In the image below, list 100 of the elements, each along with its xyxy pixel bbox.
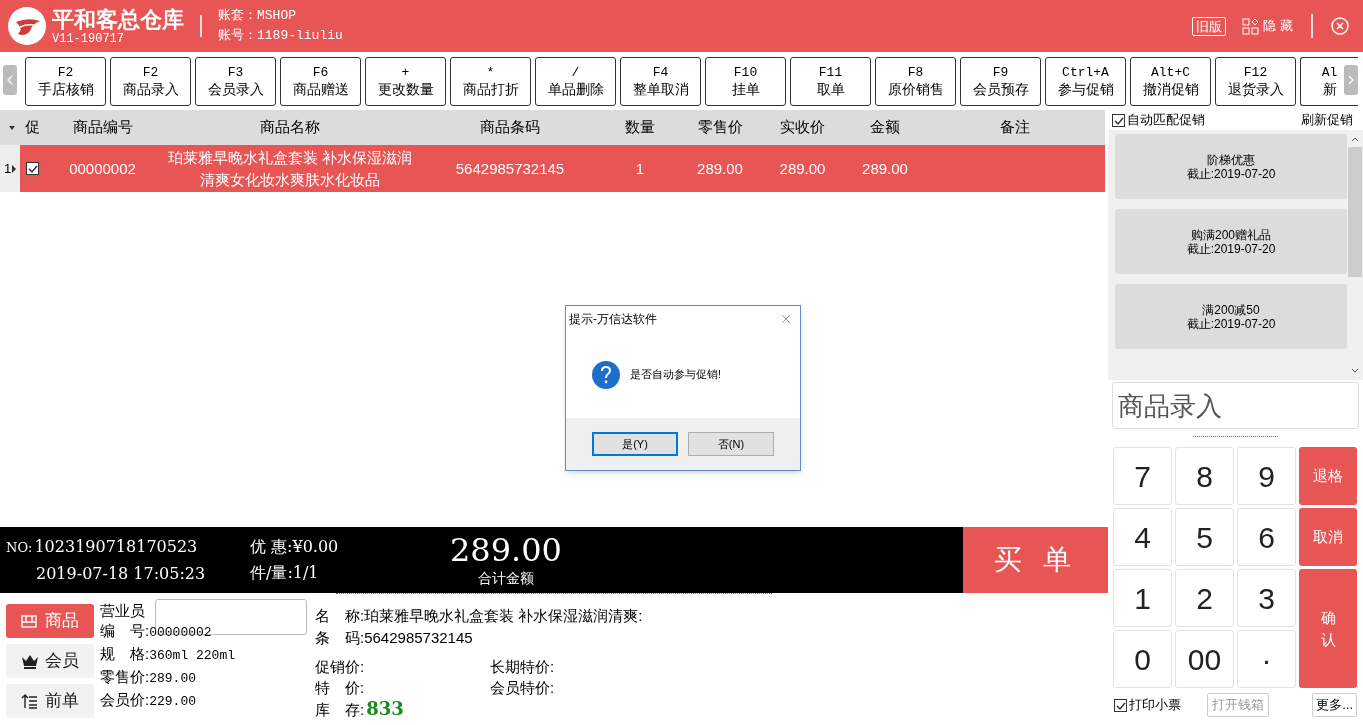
- order-number: 1023190718170523: [34, 537, 198, 556]
- clerk-label: 营业员: [100, 601, 145, 621]
- keypad-key[interactable]: 6: [1237, 508, 1296, 566]
- keypad-action-button[interactable]: 退格: [1299, 447, 1357, 505]
- close-icon[interactable]: [781, 313, 791, 324]
- order-number-label: NO:: [6, 538, 33, 557]
- hide-button[interactable]: 隐 藏: [1242, 16, 1293, 36]
- app-title: 平和客总仓库: [52, 7, 184, 30]
- toolbar-button[interactable]: F4 整单取消: [620, 56, 701, 106]
- checkbox[interactable]: [1112, 113, 1125, 127]
- toolbar-button[interactable]: F6 商品赠送: [280, 56, 361, 106]
- field-value: 360ml 220ml: [149, 647, 235, 665]
- member-special-price-label: 会员特价:: [490, 678, 556, 698]
- grid-icon: [21, 612, 39, 630]
- dialog-button[interactable]: 否(N): [688, 432, 774, 456]
- refresh-promotions-button[interactable]: 刷新促销: [1301, 110, 1359, 130]
- toolbar-button[interactable]: F12 退货录入: [1215, 56, 1296, 106]
- field-label: 规 格:: [100, 644, 150, 664]
- long-term-price-label: 长期特价:: [490, 657, 556, 677]
- stock-value: 833: [366, 698, 404, 719]
- question-icon: [591, 359, 621, 390]
- special-price-label: 特 价:: [315, 678, 366, 698]
- chevron-left-icon: [5, 74, 15, 86]
- product-entry-field[interactable]: 商品录入: [1112, 382, 1359, 429]
- keypad-key[interactable]: 7: [1113, 447, 1172, 505]
- side-tab[interactable]: 商品: [6, 604, 94, 638]
- table-cell-text: 00000002: [68, 158, 137, 179]
- total-label: 合计金额: [478, 568, 534, 588]
- open-cash-drawer-button: 打开钱箱: [1207, 693, 1269, 717]
- check-icon: [27, 163, 38, 174]
- column-header: 商品条码: [479, 117, 541, 138]
- table-cell-text: 289.00: [861, 158, 909, 179]
- table-cell-text: 珀莱雅早晚水礼盒套装 补水保湿滋润清爽女化妆水爽肤水化妆品: [166, 147, 414, 190]
- version-text: V11-190717: [52, 32, 125, 45]
- promo-price-label: 促销价:: [315, 657, 366, 677]
- side-tab[interactable]: 会员: [6, 644, 94, 678]
- column-header: 金额: [869, 117, 901, 138]
- table-row[interactable]: 1 00000002 珀莱雅早晚水礼盒套装 补水保湿滋润清爽女化妆水爽肤水化妆品 5642985732145 1 289.00 289.00 289.00: [0, 145, 1105, 192]
- keypad-action-button[interactable]: 取消: [1299, 508, 1357, 566]
- field-value: 00000002: [149, 624, 212, 642]
- toolbar-button[interactable]: F8 原价销售: [875, 56, 956, 106]
- toolbar-button[interactable]: * 商品打折: [450, 56, 531, 106]
- toolbar-button[interactable]: F10 挂单: [705, 56, 786, 106]
- scroll-right-button[interactable]: [1344, 65, 1358, 95]
- keypad-key[interactable]: 0: [1113, 630, 1172, 688]
- old-version-button[interactable]: 旧版: [1192, 16, 1227, 36]
- column-header: 商品名称: [259, 117, 321, 138]
- field-value: 229.00: [149, 693, 196, 711]
- pay-button[interactable]: 买 单: [963, 527, 1108, 593]
- row-pointer-icon: [12, 164, 17, 173]
- barcode-text: 条 码:5642985732145: [315, 628, 474, 648]
- keypad-key[interactable]: 00: [1175, 630, 1234, 688]
- print-receipt-label: 打印小票: [1129, 696, 1181, 715]
- keypad-key[interactable]: 9: [1237, 447, 1296, 505]
- table-cell-text: 1: [634, 158, 646, 179]
- dialog-button[interactable]: 是(Y): [592, 432, 678, 456]
- account-number-text: 账号：1189-liuliu: [218, 27, 343, 45]
- column-header: 数量: [624, 117, 656, 138]
- sort-icon: [9, 125, 15, 130]
- checkbox[interactable]: [26, 162, 39, 175]
- keypad-key[interactable]: 2: [1175, 569, 1234, 627]
- keypad-key[interactable]: 5: [1175, 508, 1234, 566]
- toolbar-button[interactable]: F3 会员录入: [195, 56, 276, 106]
- field-label: 零售价:: [100, 667, 150, 687]
- scroll-left-button[interactable]: [3, 65, 17, 95]
- toolbar-button[interactable]: F2 商品录入: [110, 56, 191, 106]
- keypad-key[interactable]: 4: [1113, 508, 1172, 566]
- discount-text: 优 惠:¥0.00: [250, 538, 340, 556]
- side-tab[interactable]: 前单: [6, 684, 94, 718]
- toolbar-button[interactable]: + 更改数量: [365, 56, 446, 106]
- promotion-card[interactable]: 购满200赠礼品 截止:2019-07-20: [1115, 209, 1347, 274]
- checkbox[interactable]: [1114, 698, 1127, 712]
- keypad-key[interactable]: 3: [1237, 569, 1296, 627]
- toolbar-button[interactable]: / 单品删除: [535, 56, 616, 106]
- keypad-key[interactable]: ·: [1237, 630, 1296, 688]
- keypad-key[interactable]: 1: [1113, 569, 1172, 627]
- column-header: 促: [24, 117, 41, 138]
- field-value: 289.00: [149, 670, 196, 688]
- dialog-message: 是否自动参与促销!: [630, 367, 722, 383]
- field-label: 会员价:: [100, 690, 150, 710]
- column-header: 备注: [999, 117, 1031, 138]
- keypad-key[interactable]: 8: [1175, 447, 1234, 505]
- account-set-text: 账套：MSHOP: [218, 7, 297, 25]
- toolbar-button[interactable]: F2 手店核销: [25, 56, 106, 106]
- order-datetime: 2019-07-18 17:05:23: [35, 564, 207, 583]
- promotion-card[interactable]: 阶梯优惠 截止:2019-07-20: [1115, 134, 1347, 199]
- auto-match-label: 自动匹配促销: [1127, 111, 1205, 130]
- quantity-text: 件/量:1/1: [250, 564, 320, 582]
- confirm-button[interactable]: 确认: [1299, 569, 1357, 688]
- row-number: 1: [3, 159, 12, 178]
- more-button[interactable]: 更多...: [1312, 693, 1357, 717]
- toolbar-button[interactable]: Ctrl+A 参与促销: [1045, 56, 1126, 106]
- toolbar-button[interactable]: F9 会员预存: [960, 56, 1041, 106]
- product-name-text: 名 称:珀莱雅早晚水礼盒套装 补水保湿滋润清爽:: [315, 606, 644, 626]
- table-cell-text: 289.00: [778, 158, 827, 179]
- toolbar-button[interactable]: Alt+C 撤消促销: [1130, 56, 1211, 106]
- logo-icon: [8, 7, 46, 45]
- promotion-card[interactable]: 满200减50 截止:2019-07-20: [1115, 284, 1347, 349]
- toolbar-button[interactable]: F11 取单: [790, 56, 871, 106]
- chevron-down-icon: [1351, 367, 1359, 374]
